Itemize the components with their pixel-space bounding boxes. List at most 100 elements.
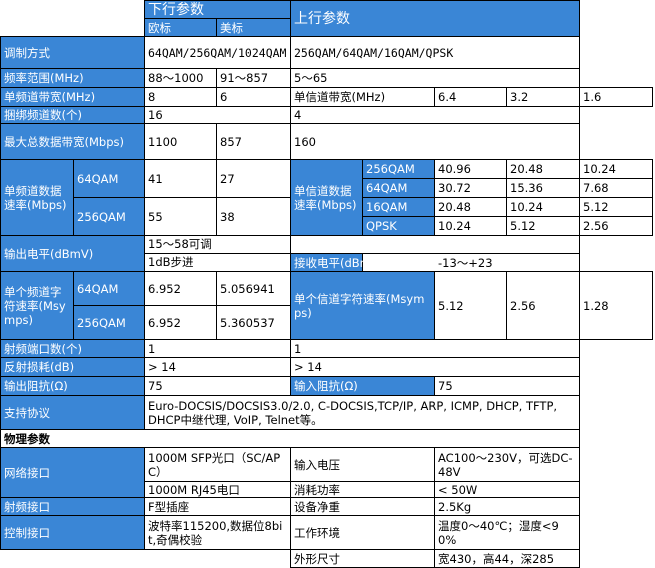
- modulation-down: 64QAM/256QAM/1024QAM: [144, 36, 291, 69]
- env-value: 温度0～40℃；湿度<90%: [434, 515, 580, 550]
- rate-up-2-v3: 5.12: [579, 197, 653, 217]
- rate-up-0-v3: 10.24: [579, 159, 653, 179]
- freq-label: 频率范围(MHz): [0, 68, 145, 88]
- power-label: 消耗功率: [290, 481, 435, 498]
- us-standard-header: 美标: [216, 18, 291, 37]
- symrate-up-3: 1.28: [579, 271, 653, 340]
- chbw-label: 单频道带宽(MHz): [0, 87, 145, 107]
- symrate-label: 单个频道字符速率(Msymps): [0, 271, 74, 340]
- rate-up-mod-1: 64QAM: [362, 178, 435, 198]
- chbw-up-3: 1.6: [579, 87, 653, 107]
- freq-euro: 88～1000: [144, 68, 217, 88]
- maxbw-euro: 1100: [144, 123, 217, 160]
- bond-down: 16: [144, 106, 291, 124]
- rf-label: 射频接口: [0, 497, 145, 516]
- euro-standard-header: 欧标: [144, 18, 217, 37]
- volt-value: AC100～230V，可选DC-48V: [434, 447, 580, 482]
- symrate-up-label: 单个信道字符速率(Msymps): [290, 271, 435, 340]
- net-label: 网络接口: [0, 447, 145, 498]
- uplink-header: 上行参数: [290, 0, 580, 37]
- spec-table: 下行参数 上行参数 欧标 美标 调制方式 64QAM/256QAM/1024QA…: [0, 0, 653, 568]
- symrate-64qam-euro: 6.952: [144, 271, 217, 306]
- modulation-up: 256QAM/64QAM/16QAM/QPSK: [290, 36, 580, 69]
- env-label: 工作环境: [290, 515, 435, 550]
- symrate-256qam-label: 256QAM: [73, 305, 145, 340]
- rate-up-2-v1: 20.48: [434, 197, 507, 217]
- size-value: 宽430，高44，深285: [434, 549, 580, 568]
- symrate-up-2: 2.56: [506, 271, 580, 340]
- symrate-256qam-euro: 6.952: [144, 305, 217, 340]
- downlink-header: 下行参数: [144, 0, 291, 19]
- power-value: < 50W: [434, 481, 580, 498]
- returnloss-label: 反射损耗(dB): [0, 357, 145, 377]
- header-blank: [0, 0, 145, 37]
- net-sfp: 1000M SFP光口（SC/APC）: [144, 447, 291, 482]
- maxbw-us: 857: [216, 123, 291, 160]
- chbw-up-label: 单信道带宽(MHz): [290, 87, 435, 107]
- ctrl-label: 控制接口: [0, 515, 145, 550]
- returnloss-up: > 14: [290, 357, 580, 377]
- ctrl-value: 波特率115200,数据位8bit,奇偶校验: [144, 515, 291, 550]
- rate-256qam-euro: 55: [144, 197, 217, 236]
- rate-up-3-v3: 2.56: [579, 216, 653, 236]
- rate-256qam-label: 256QAM: [73, 197, 145, 236]
- rate-up-3-v2: 5.12: [506, 216, 580, 236]
- outlevel-line2: 1dB步进: [148, 255, 194, 269]
- bond-label: 捆绑频道数(个): [0, 106, 145, 124]
- protocol-label: 支持协议: [0, 395, 145, 430]
- rate-256qam-us: 38: [216, 197, 291, 236]
- rfports-label: 射频端口数(个): [0, 339, 145, 358]
- chbw-up-2: 3.2: [506, 87, 580, 107]
- volt-label: 输入电压: [290, 447, 435, 482]
- rf-value: F型插座: [144, 497, 291, 516]
- rfports-down: 1: [144, 339, 291, 358]
- rate-up-mod-3: QPSK: [362, 216, 435, 236]
- symrate-256qam-us: 5.360537: [216, 305, 291, 340]
- rate-up-0-v1: 40.96: [434, 159, 507, 179]
- weight-value: 2.5Kg: [434, 497, 580, 516]
- rate-up-2-v2: 10.24: [506, 197, 580, 217]
- rate-64qam-label: 64QAM: [73, 159, 145, 198]
- rate-up-mod-0: 256QAM: [362, 159, 435, 179]
- rxlevel-value: -13～+23: [362, 253, 580, 272]
- freq-us: 91～857: [216, 68, 291, 88]
- maxbw-label: 最大总数据带宽(Mbps): [0, 123, 145, 160]
- impedance-label: 输出阻抗(Ω): [0, 376, 145, 396]
- rate-up-mod-2: 16QAM: [362, 197, 435, 217]
- outlevel-line1: 15～58可调: [145, 237, 290, 254]
- returnloss-down: > 14: [144, 357, 291, 377]
- outlevel-up-blank: [290, 235, 580, 254]
- weight-label: 设备净重: [290, 497, 435, 516]
- protocol-value: Euro-DOCSIS/DOCSIS3.0/2.0, C-DOCSIS,TCP/…: [144, 395, 580, 430]
- impedance-up: 75: [434, 376, 580, 396]
- impedance-up-label: 输入阻抗(Ω): [290, 376, 435, 396]
- rate-64qam-euro: 41: [144, 159, 217, 198]
- rate-up-3-v1: 10.24: [434, 216, 507, 236]
- rfports-up: 1: [290, 339, 580, 358]
- rxlevel-label: 接收电平(dBmV): [290, 253, 383, 272]
- rate-up-1-v1: 30.72: [434, 178, 507, 198]
- rate-label: 单频道数据速率(Mbps): [0, 159, 74, 236]
- net-rj45: 1000M RJ45电口: [144, 481, 291, 498]
- symrate-64qam-us: 5.056941: [216, 271, 291, 306]
- rate-up-1-v2: 15.36: [506, 178, 580, 198]
- outlevel-value: 15～58可调 1dB步进: [144, 235, 291, 272]
- bond-up: 4: [290, 106, 580, 124]
- rate-up-0-v2: 20.48: [506, 159, 580, 179]
- bottom-blank: [0, 549, 291, 568]
- outlevel-label: 输出电平(dBmV): [0, 235, 145, 272]
- rate-64qam-us: 27: [216, 159, 291, 198]
- impedance-down: 75: [144, 376, 291, 396]
- physical-section-title: 物理参数: [0, 429, 580, 448]
- size-label: 外形尺寸: [290, 549, 435, 568]
- rate-up-label: 单信道数据速率(Mbps): [290, 159, 363, 236]
- modulation-label: 调制方式: [0, 36, 145, 69]
- chbw-up-1: 6.4: [434, 87, 507, 107]
- maxbw-up: 160: [290, 123, 580, 160]
- freq-up: 5～65: [290, 68, 580, 88]
- chbw-us: 6: [216, 87, 291, 107]
- rate-up-1-v3: 7.68: [579, 178, 653, 198]
- chbw-euro: 8: [144, 87, 217, 107]
- symrate-up-1: 5.12: [434, 271, 507, 340]
- symrate-64qam-label: 64QAM: [73, 271, 145, 306]
